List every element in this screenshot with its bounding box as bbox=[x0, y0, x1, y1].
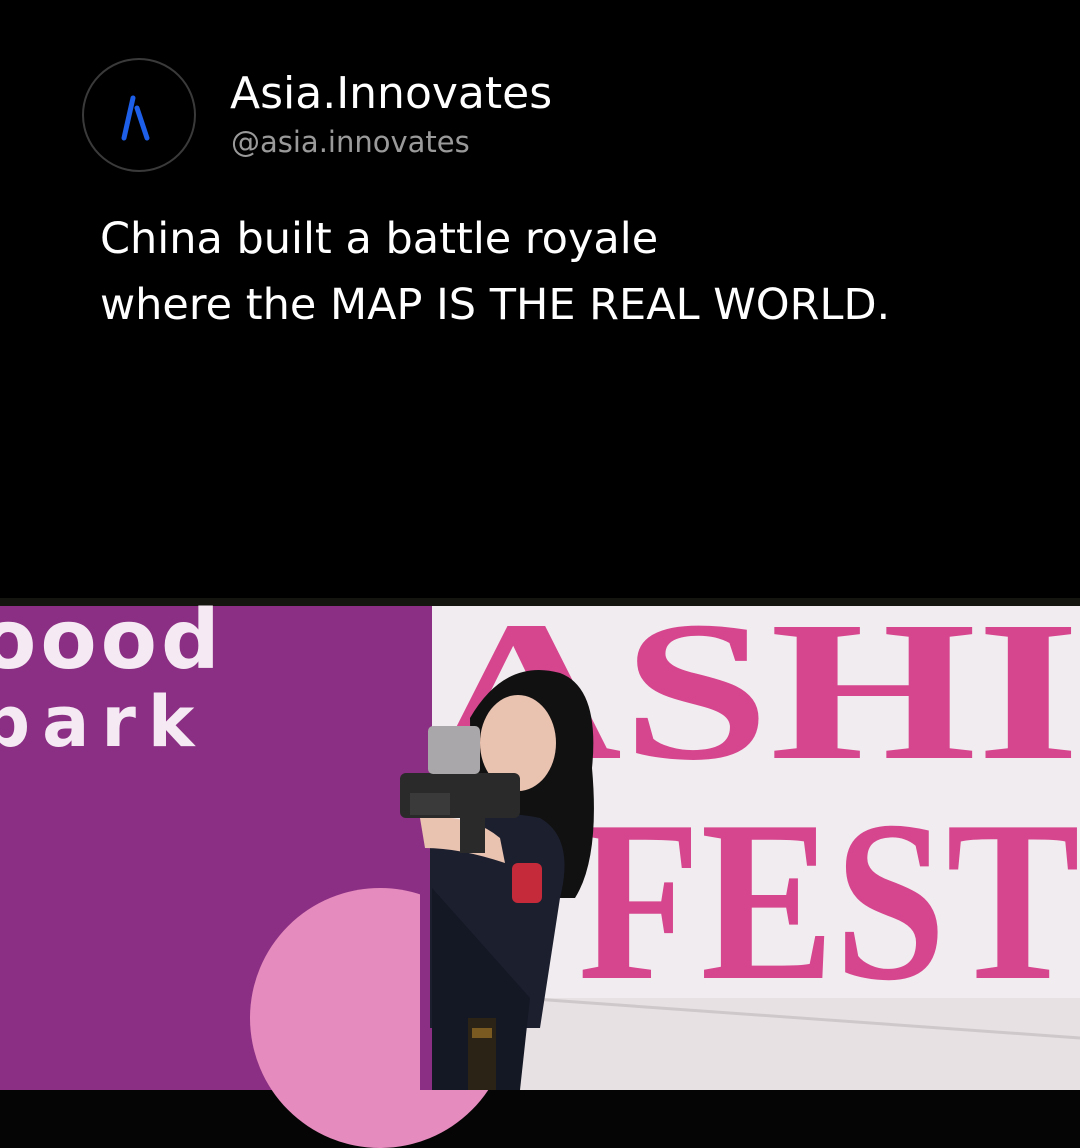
wall-text-left-top: oood bbox=[0, 598, 224, 688]
stylized-a-logo-icon bbox=[121, 95, 150, 141]
video-frame: oood park ASHI FEST bbox=[0, 598, 1080, 1148]
wall-text-left-bottom: park bbox=[0, 681, 206, 763]
post-text-line-1: China built a battle royale bbox=[100, 214, 659, 264]
post-text-line-2: where the MAP IS THE REAL WORLD. bbox=[100, 280, 891, 330]
author-handle[interactable]: @asia.innovates bbox=[231, 124, 470, 160]
avatar[interactable] bbox=[82, 58, 196, 172]
post-text: China built a battle royale where the MA… bbox=[100, 206, 1040, 338]
author-display-name[interactable]: Asia.Innovates bbox=[230, 68, 552, 120]
post-video[interactable]: oood park ASHI FEST bbox=[0, 598, 1080, 1148]
wall-text-right-bottom: FEST bbox=[578, 773, 1080, 1028]
